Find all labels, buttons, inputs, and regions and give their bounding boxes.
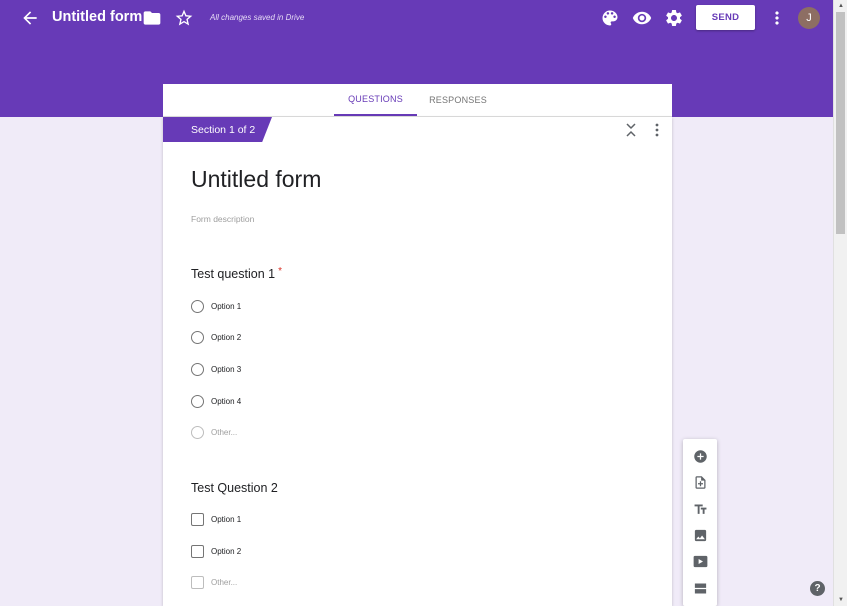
q2-option-1[interactable]: Option 1: [191, 511, 241, 527]
add-image-icon[interactable]: [691, 526, 709, 544]
checkbox[interactable]: [191, 544, 204, 558]
tab-responses[interactable]: RESPONSES: [419, 84, 497, 116]
floating-toolbar: [683, 439, 717, 606]
required-asterisk: *: [278, 266, 282, 277]
form-title[interactable]: Untitled form: [191, 166, 321, 193]
option-label: Option 2: [211, 332, 242, 342]
radio-button[interactable]: [191, 394, 204, 408]
scroll-down-arrow-icon[interactable]: ▼: [834, 594, 847, 606]
vertical-scrollbar[interactable]: ▲ ▼: [833, 0, 847, 606]
import-questions-icon[interactable]: [691, 473, 709, 491]
q2-option-2[interactable]: Option 2: [191, 543, 241, 559]
option-other-label: Other...: [211, 427, 238, 437]
radio-button[interactable]: [191, 425, 204, 439]
add-section-icon[interactable]: [691, 579, 709, 597]
send-button[interactable]: SEND: [696, 5, 755, 30]
header-toolbar: Untitled form All changes saved in Drive…: [0, 0, 833, 36]
section-label: Section 1 of 2: [163, 117, 272, 142]
option-label: Option 1: [211, 301, 242, 311]
radio-button[interactable]: [191, 330, 204, 344]
header-form-title[interactable]: Untitled form: [52, 9, 142, 25]
form-card: Section 1 of 2 Untitled form Form descri…: [163, 117, 672, 606]
collapse-section-icon[interactable]: [624, 122, 638, 138]
save-status-text: All changes saved in Drive: [210, 13, 305, 22]
checkbox[interactable]: [191, 575, 204, 589]
question-1-title[interactable]: Test question 1 *: [191, 266, 282, 281]
account-avatar[interactable]: J: [798, 7, 820, 29]
back-arrow-icon[interactable]: [18, 6, 42, 30]
more-vert-icon[interactable]: [765, 6, 789, 30]
q1-option-1[interactable]: Option 1: [191, 298, 241, 314]
q1-option-2[interactable]: Option 2: [191, 329, 241, 345]
add-video-icon[interactable]: [691, 552, 709, 570]
settings-gear-icon[interactable]: [662, 6, 686, 30]
option-label: Option 1: [211, 514, 242, 524]
checkbox[interactable]: [191, 512, 204, 526]
q2-option-other[interactable]: Other...: [191, 574, 237, 590]
q1-option-3[interactable]: Option 3: [191, 361, 241, 377]
scroll-up-arrow-icon[interactable]: ▲: [834, 0, 847, 12]
radio-button[interactable]: [191, 299, 204, 313]
scrollbar-thumb[interactable]: [836, 12, 845, 234]
q1-option-other[interactable]: Other...: [191, 424, 237, 440]
question-1-title-text: Test question 1: [191, 267, 276, 281]
tab-bar: QUESTIONS RESPONSES: [163, 84, 672, 117]
star-icon[interactable]: [172, 6, 196, 30]
form-description-field[interactable]: Form description: [191, 214, 254, 224]
palette-icon[interactable]: [598, 6, 622, 30]
q1-option-4[interactable]: Option 4: [191, 393, 241, 409]
option-label: Option 2: [211, 546, 242, 556]
folder-icon[interactable]: [140, 6, 164, 30]
question-2-title[interactable]: Test Question 2: [191, 481, 278, 495]
help-icon[interactable]: ?: [810, 581, 825, 596]
add-question-icon[interactable]: [691, 447, 709, 465]
radio-button[interactable]: [191, 362, 204, 376]
section-more-vert-icon[interactable]: [651, 123, 663, 137]
option-other-label: Other...: [211, 577, 238, 587]
add-title-icon[interactable]: [691, 500, 709, 518]
preview-eye-icon[interactable]: [630, 6, 654, 30]
option-label: Option 3: [211, 364, 242, 374]
tab-questions[interactable]: QUESTIONS: [334, 84, 417, 116]
option-label: Option 4: [211, 396, 242, 406]
